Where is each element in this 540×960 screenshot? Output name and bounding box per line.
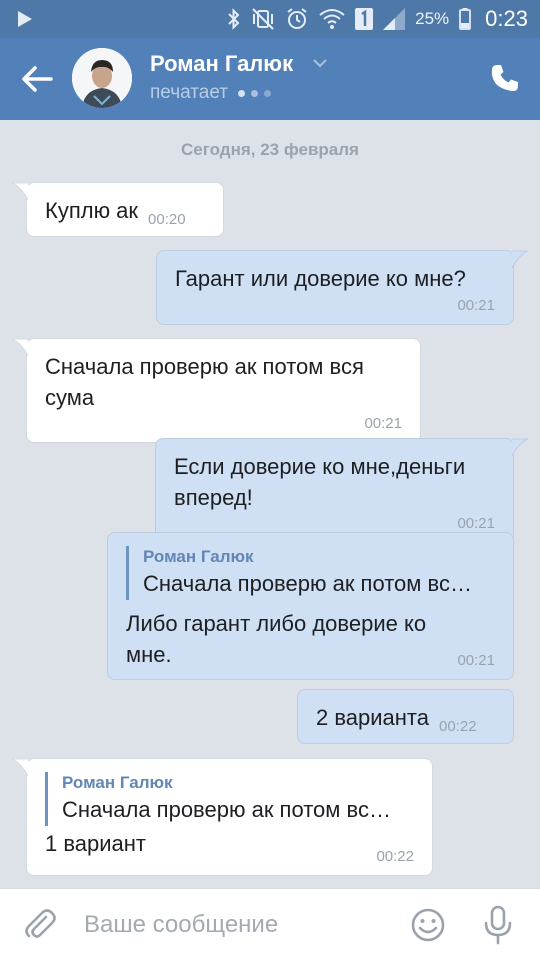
message-text: Гарант или доверие ко мне? bbox=[175, 266, 466, 291]
bubble-tail bbox=[12, 182, 28, 200]
typing-status: печатает bbox=[150, 82, 271, 104]
message-outgoing[interactable]: 2 варианта 00:22 bbox=[297, 689, 514, 744]
bluetooth-icon bbox=[228, 8, 240, 30]
battery-percent: 25% bbox=[415, 9, 450, 28]
message-time: 00:21 bbox=[364, 415, 402, 432]
bubble-tail bbox=[12, 338, 28, 356]
chat-header: Роман Галюк печатает bbox=[0, 38, 540, 120]
message-incoming[interactable]: Куплю ак 00:20 bbox=[12, 182, 224, 237]
signal-icon bbox=[383, 8, 406, 30]
reply-author: Роман Галюк bbox=[143, 547, 254, 566]
message-time: 00:22 bbox=[376, 848, 414, 865]
message-text: Если доверие ко мне,деньги вперед! bbox=[174, 454, 466, 510]
message-time: 00:22 bbox=[439, 718, 477, 735]
wifi-icon bbox=[319, 9, 345, 29]
status-icons: 25% 0:23 bbox=[227, 6, 528, 32]
message-text: Сначала проверю ак потом вся сума bbox=[45, 354, 364, 410]
reply-author: Роман Галюк bbox=[62, 773, 173, 792]
reply-quote[interactable]: Роман Галюк Сначала проверю ак потом вс… bbox=[126, 546, 495, 600]
bubble-tail bbox=[512, 250, 528, 268]
composer-bar bbox=[0, 888, 540, 960]
message-outgoing[interactable]: Гарант или доверие ко мне? 00:21 bbox=[156, 250, 528, 325]
reply-quote[interactable]: Роман Галюк Сначала проверю ак потом вс… bbox=[45, 772, 414, 826]
battery-icon bbox=[459, 8, 472, 30]
message-input[interactable] bbox=[84, 905, 384, 945]
chevron-down-icon[interactable] bbox=[313, 58, 327, 68]
status-bar: 25% 0:23 bbox=[0, 0, 540, 38]
alarm-icon bbox=[287, 8, 307, 29]
message-text: 1 вариант bbox=[45, 831, 147, 856]
paperclip-icon[interactable] bbox=[22, 907, 58, 943]
message-time: 00:20 bbox=[148, 211, 186, 228]
back-arrow-icon[interactable] bbox=[20, 63, 54, 95]
bubble-tail bbox=[512, 438, 528, 456]
message-text: Куплю ак 00:20 bbox=[45, 198, 186, 228]
clock: 0:23 bbox=[485, 6, 528, 31]
message-outgoing-reply[interactable]: Роман Галюк Сначала проверю ак потом вс…… bbox=[107, 532, 514, 680]
typing-dots-icon bbox=[237, 89, 271, 97]
play-icon bbox=[18, 11, 32, 27]
message-time: 00:21 bbox=[457, 652, 495, 669]
bubble-tail bbox=[12, 758, 28, 776]
emoji-icon[interactable] bbox=[410, 907, 446, 943]
message-incoming[interactable]: Сначала проверю ак потом вся сума 00:21 bbox=[12, 338, 421, 443]
microphone-icon[interactable] bbox=[482, 905, 514, 945]
message-text: 2 варианта 00:22 bbox=[316, 705, 477, 735]
message-incoming-reply[interactable]: Роман Галюк Сначала проверю ак потом вс…… bbox=[12, 758, 433, 876]
message-text: Либо гарант либо доверие ко мне. bbox=[126, 611, 427, 667]
date-separator: Сегодня, 23 февраля bbox=[181, 140, 359, 159]
reply-text: Сначала проверю ак потом вс… bbox=[143, 571, 472, 596]
message-time: 00:21 bbox=[457, 515, 495, 532]
typing-status-text: печатает bbox=[150, 82, 228, 103]
phone-icon[interactable] bbox=[490, 63, 520, 93]
contact-name[interactable]: Роман Галюк bbox=[150, 51, 293, 77]
message-list[interactable]: Сегодня, 23 февраля Куплю ак 00:20 Гарант… bbox=[0, 120, 540, 888]
sim-1-icon bbox=[355, 8, 374, 30]
vibrate-mute-icon bbox=[252, 8, 274, 30]
message-outgoing[interactable]: Если доверие ко мне,деньги вперед! 00:21 bbox=[155, 438, 528, 543]
message-time: 00:21 bbox=[457, 297, 495, 314]
reply-text: Сначала проверю ак потом вс… bbox=[62, 797, 391, 822]
avatar[interactable] bbox=[72, 48, 132, 108]
